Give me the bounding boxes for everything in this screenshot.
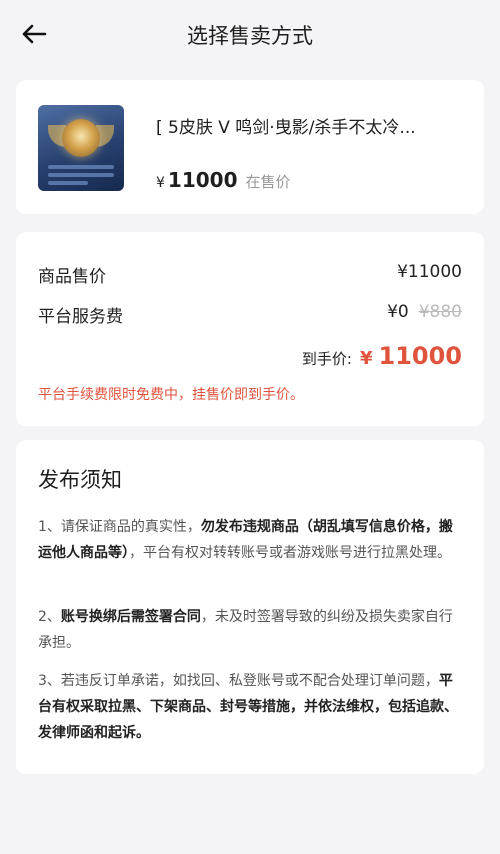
service-fee-value: ¥0 bbox=[387, 302, 409, 322]
notice-card: 发布须知 1、请保证商品的真实性，勿发布违规商品（胡乱填写信息价格，搬运他人商品… bbox=[16, 440, 484, 774]
notice-2-text: 2、 bbox=[38, 609, 61, 625]
receive-price-label: 到手价: bbox=[301, 350, 352, 368]
service-fee-values: ¥0 ¥880 bbox=[387, 302, 462, 327]
notice-item-2: 2、账号换绑后需签署合同，未及时签署导致的纠纷及损失卖家自行承担。 bbox=[38, 604, 460, 656]
notice-item-3: 3、若违反订单承诺，如找回、私登账号或不配合处理订单问题，平台有权采取拉黑、下架… bbox=[38, 668, 460, 746]
product-card[interactable]: [ 5皮肤 V 鸣剑·曳影/杀手不太冷... ¥ 11000 在售价 bbox=[16, 80, 484, 214]
notice-2-bold: 账号换绑后需签署合同 bbox=[60, 609, 201, 625]
service-fee-original: ¥880 bbox=[418, 302, 462, 322]
sale-price-row: 商品售价 ¥11000 bbox=[38, 262, 462, 287]
notice-3-text: 3、若违反订单承诺，如找回、私登账号或不配合处理订单问题， bbox=[38, 673, 439, 689]
header: 选择售卖方式 bbox=[0, 0, 500, 70]
product-thumbnail bbox=[38, 105, 124, 191]
promo-text: 平台手续费限时免费中，挂售价即到手价。 bbox=[38, 387, 304, 403]
product-title: [ 5皮肤 V 鸣剑·曳影/杀手不太冷... bbox=[156, 118, 416, 138]
service-fee-row: 平台服务费 ¥0 ¥880 bbox=[38, 302, 462, 327]
receive-price-value: 11000 bbox=[378, 342, 463, 370]
notice-1-text: 1、请保证商品的真实性， bbox=[38, 519, 201, 535]
sale-price-value: ¥11000 bbox=[397, 262, 462, 282]
fee-card: 商品售价 ¥11000 平台服务费 ¥0 ¥880 到手价: ¥ 11000 平台… bbox=[16, 232, 484, 426]
product-price-row: ¥ 11000 在售价 bbox=[156, 168, 291, 192]
notice-1-tail: ，平台有权对转转账号或者游戏账号进行拉黑处理。 bbox=[129, 545, 451, 561]
receive-price-row: 到手价: ¥ 11000 bbox=[302, 342, 462, 370]
sale-price-label: 商品售价 bbox=[38, 267, 106, 287]
service-fee-label: 平台服务费 bbox=[38, 307, 123, 327]
notice-item-1: 1、请保证商品的真实性，勿发布违规商品（胡乱填写信息价格，搬运他人商品等），平台… bbox=[38, 514, 460, 566]
notice-title: 发布须知 bbox=[38, 468, 122, 492]
receive-currency: ¥ bbox=[359, 348, 373, 369]
page-title: 选择售卖方式 bbox=[187, 24, 313, 48]
currency-symbol: ¥ bbox=[156, 175, 165, 191]
price-status: 在售价 bbox=[245, 173, 291, 191]
product-price: 11000 bbox=[167, 168, 238, 192]
